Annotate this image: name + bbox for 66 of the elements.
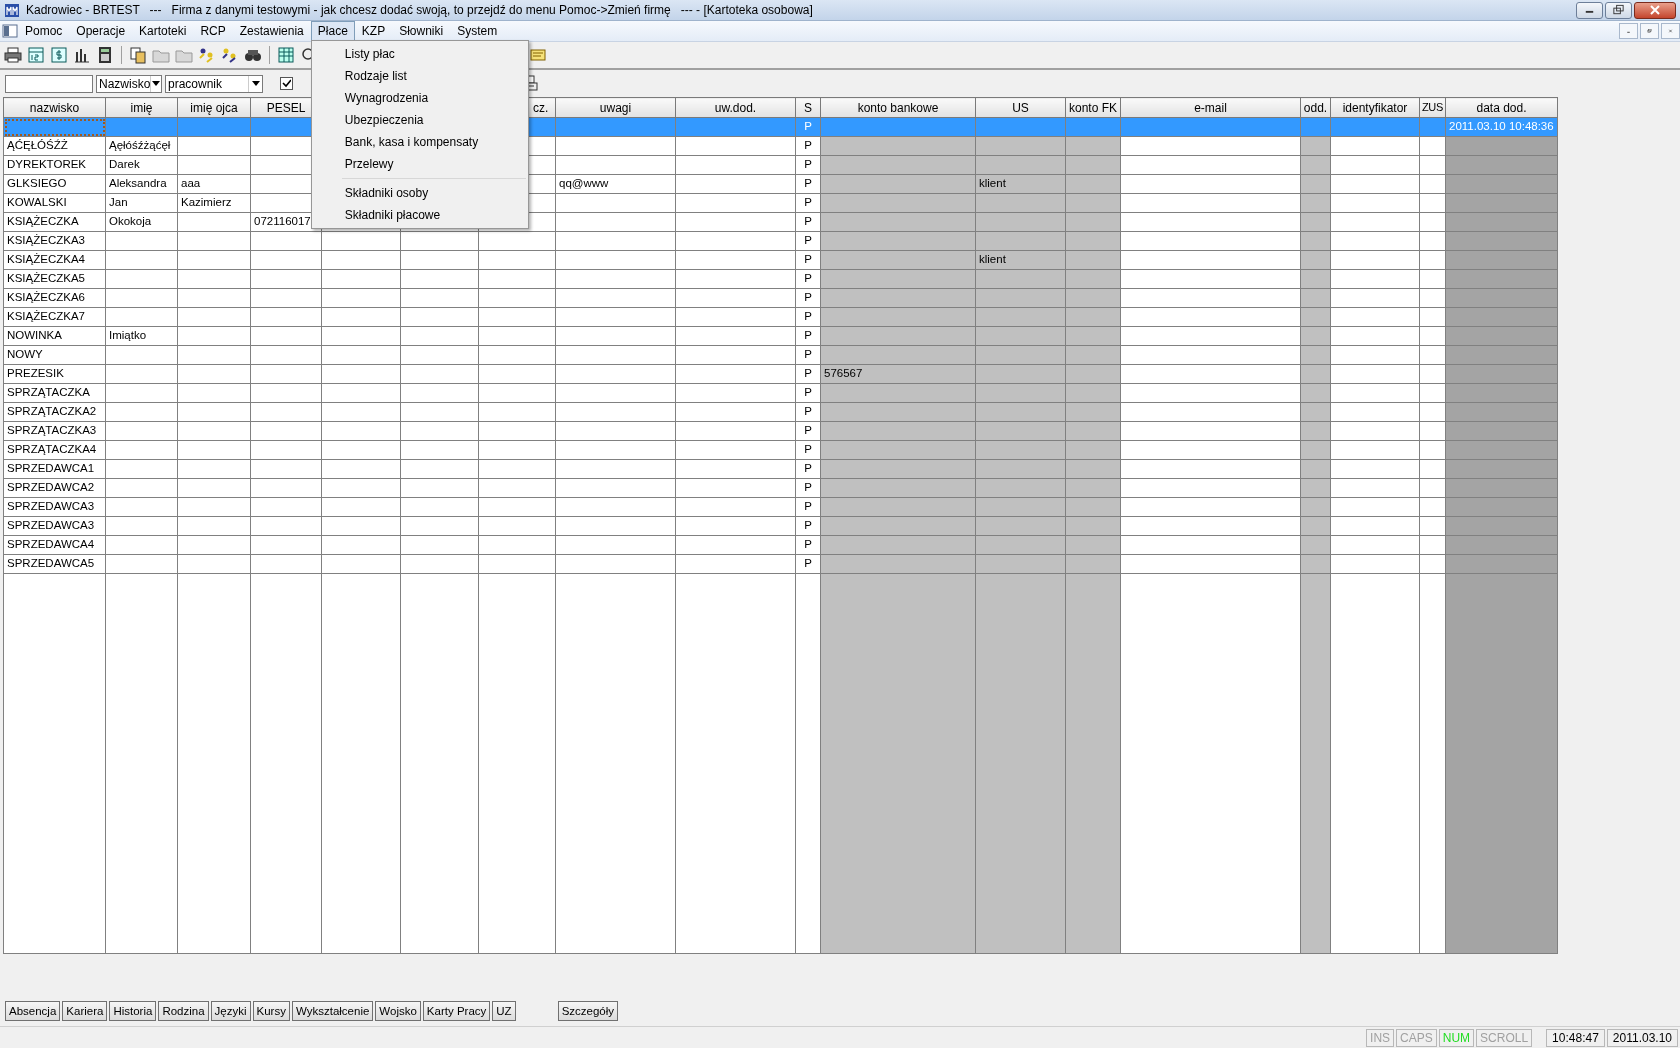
tab-button[interactable]: Absencja bbox=[5, 1001, 61, 1021]
bar-chart-icon[interactable] bbox=[73, 46, 91, 64]
column-header: konto FK bbox=[1065, 97, 1121, 118]
column-header: uwagi bbox=[555, 97, 676, 118]
tab-button[interactable]: Wykształcenie bbox=[291, 1001, 374, 1021]
column-header: e-mail bbox=[1120, 97, 1301, 118]
check-icon bbox=[282, 79, 291, 88]
restore-button[interactable] bbox=[1605, 1, 1632, 19]
close-button[interactable] bbox=[1634, 1, 1676, 19]
column-header: ZUS bbox=[1419, 97, 1446, 118]
column-header: identyfikator bbox=[1330, 97, 1420, 118]
caret-icon bbox=[251, 81, 260, 86]
printer-icon[interactable] bbox=[4, 46, 22, 64]
menu-item[interactable]: Rodzaje list bbox=[311, 65, 528, 87]
tab-button[interactable]: Kariera bbox=[62, 1001, 108, 1021]
menu-item[interactable]: RCP bbox=[193, 21, 233, 41]
tab-button[interactable]: Karty Pracy bbox=[422, 1001, 491, 1021]
copy-icon[interactable] bbox=[129, 46, 147, 64]
menu-item[interactable]: Zestawienia bbox=[232, 21, 311, 41]
dropdown-field[interactable]: pracownik bbox=[165, 74, 263, 93]
status-indicator: CAPS bbox=[1396, 1028, 1437, 1047]
calendar-icon[interactable] bbox=[27, 46, 45, 64]
tab-button[interactable]: Wojsko bbox=[375, 1001, 421, 1021]
tab-button[interactable]: Rodzina bbox=[158, 1001, 209, 1021]
tab-button[interactable]: Kursy bbox=[252, 1001, 290, 1021]
column-header: uw.dod. bbox=[675, 97, 796, 118]
close-icon bbox=[1648, 4, 1662, 16]
column-header: S bbox=[795, 97, 821, 118]
document-icon bbox=[2, 24, 18, 38]
status-date: 2011.03.10 bbox=[1606, 1028, 1678, 1047]
tab-button[interactable]: Historia bbox=[109, 1001, 157, 1021]
menu-item[interactable]: Składniki osoby bbox=[311, 182, 528, 204]
tab-button[interactable]: Szczegóły bbox=[557, 1001, 619, 1021]
column-header: odd. bbox=[1300, 97, 1331, 118]
status-indicator: INS bbox=[1366, 1028, 1395, 1047]
menu-item[interactable]: Pomoc bbox=[18, 21, 70, 41]
tab-button[interactable]: UZ bbox=[492, 1001, 516, 1021]
window-title: Kadrowiec - BRTEST --- Firma z danymi testowymi - jak chcesz dodać swoją, to przejdź do menu Pomoc->Zmień firmę --- - [Kartoteka osobowa] bbox=[26, 2, 813, 19]
menu-item[interactable]: Przelewy bbox=[311, 153, 528, 175]
table-icon[interactable] bbox=[277, 46, 295, 64]
dropdown-field[interactable]: Nazwisko bbox=[96, 74, 162, 93]
menu-item[interactable]: Operacje bbox=[69, 21, 133, 41]
menu-item[interactable]: Listy płac bbox=[311, 43, 528, 65]
search-field[interactable] bbox=[5, 74, 93, 93]
menu-item[interactable]: Słowniki bbox=[392, 21, 451, 41]
column-header: data dod. bbox=[1445, 97, 1558, 118]
tab-button[interactable]: Języki bbox=[210, 1001, 251, 1021]
status-indicator: SCROLL bbox=[1476, 1028, 1533, 1047]
menu-item[interactable]: Bank, kasa i kompensaty bbox=[311, 131, 528, 153]
checkbox[interactable] bbox=[280, 77, 293, 90]
envelope-icon[interactable] bbox=[529, 46, 547, 64]
menu-item[interactable]: System bbox=[450, 21, 505, 41]
column-header: imię ojca bbox=[177, 97, 251, 118]
menu-item[interactable]: KZP bbox=[354, 21, 393, 41]
caret-icon bbox=[152, 81, 161, 86]
menu-item[interactable]: Płace bbox=[310, 21, 355, 41]
app-icon bbox=[4, 2, 20, 18]
menu-item[interactable]: Kartoteki bbox=[132, 21, 194, 41]
column-header: US bbox=[975, 97, 1066, 118]
status-time: 10:48:47 bbox=[1546, 1028, 1605, 1047]
column-header: nazwisko bbox=[3, 97, 106, 118]
column-header: imię bbox=[105, 97, 178, 118]
status-indicator: NUM bbox=[1438, 1028, 1475, 1047]
restore-icon bbox=[1612, 4, 1625, 16]
column-header: konto bankowe bbox=[820, 97, 976, 118]
minimize-button[interactable] bbox=[1576, 1, 1603, 19]
